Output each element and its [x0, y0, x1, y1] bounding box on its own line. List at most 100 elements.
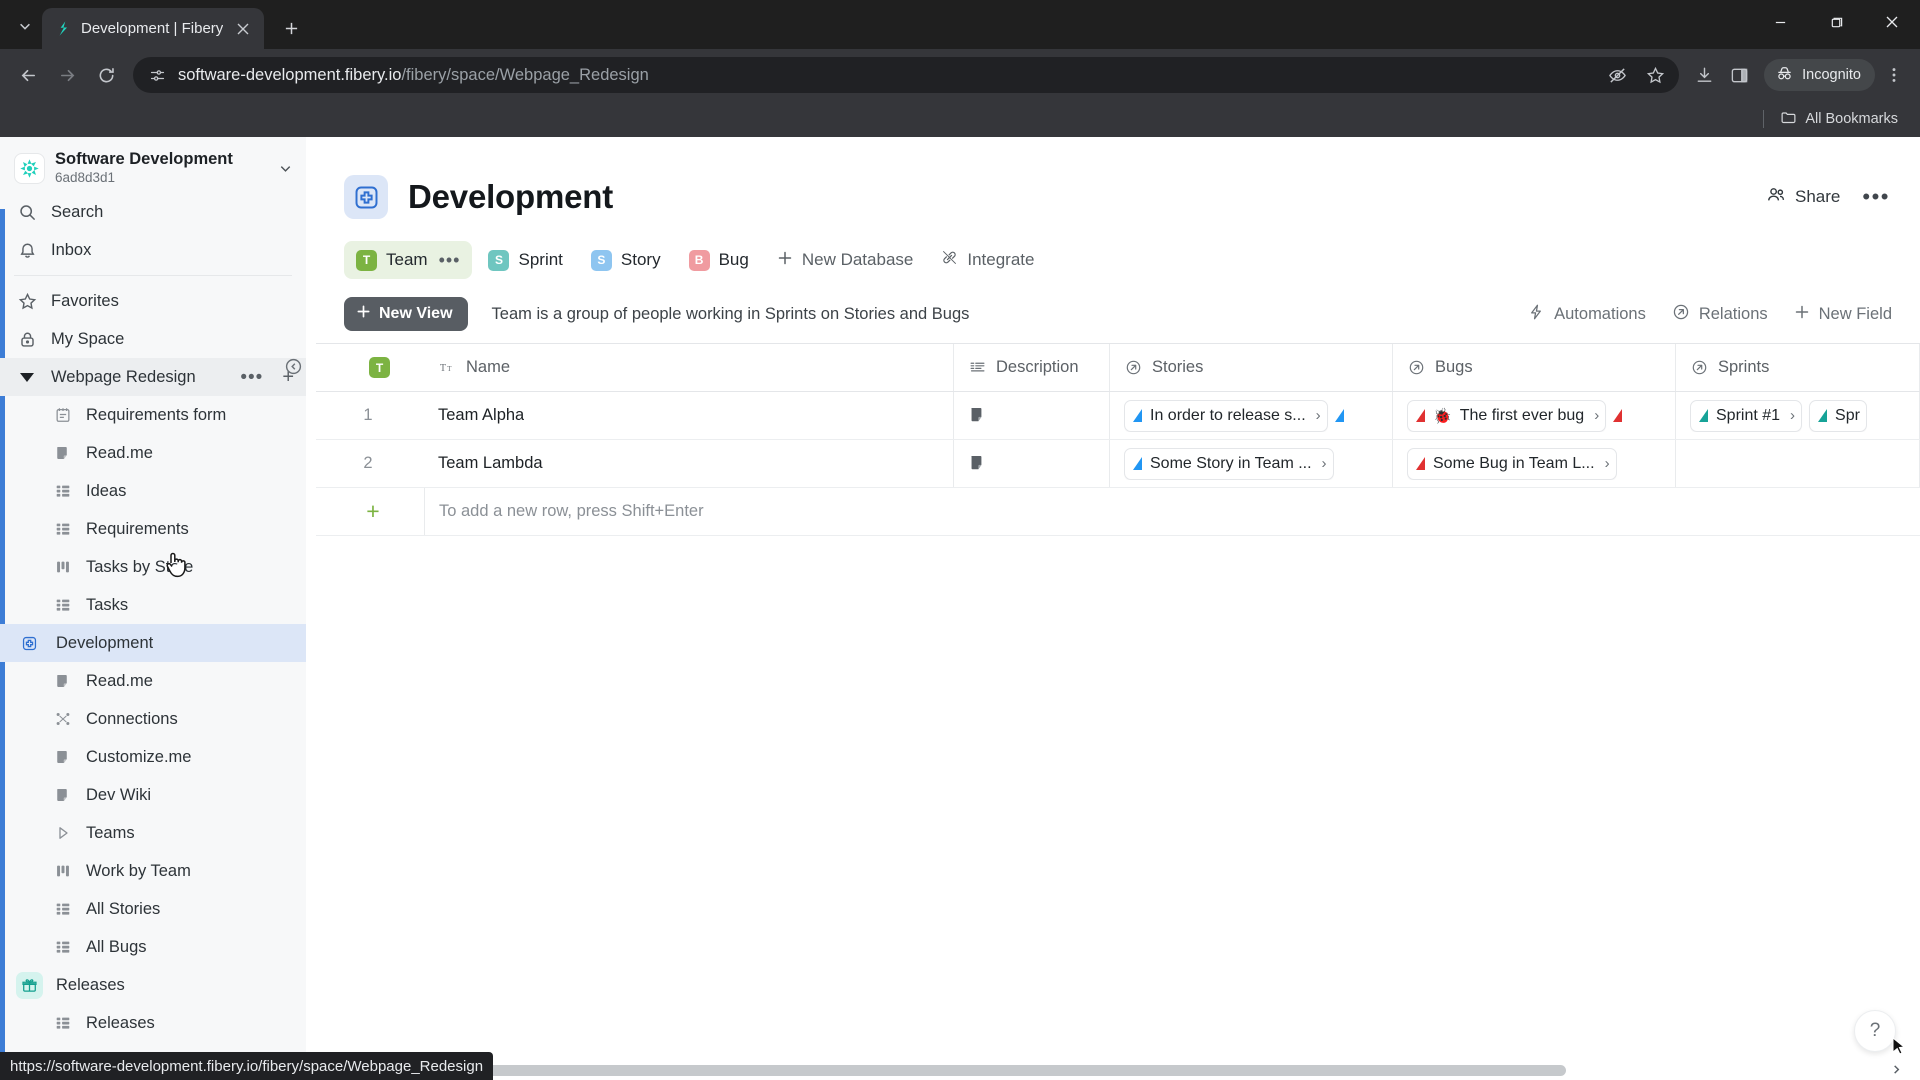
share-label: Share	[1795, 187, 1840, 207]
sidebar-item-requirements[interactable]: Requirements	[0, 510, 306, 548]
column-header-bugs[interactable]: Bugs	[1393, 344, 1676, 391]
sidebar-item-read-me-dev[interactable]: Read.me	[0, 662, 306, 700]
sidebar-item-inbox[interactable]: Inbox	[0, 231, 306, 269]
column-header-sprints[interactable]: Sprints	[1676, 344, 1920, 391]
horizontal-scrollbar[interactable]	[306, 1065, 1904, 1076]
sidebar-item-customize-me[interactable]: Customize.me	[0, 738, 306, 776]
reload-icon[interactable]	[88, 57, 124, 93]
sidebar-item-work-by-team[interactable]: Work by Team	[0, 852, 306, 890]
page-header: Development Share •••	[316, 153, 1920, 227]
open-entity-icon[interactable]: ›	[1316, 407, 1321, 424]
add-row-plus-icon[interactable]: +	[316, 500, 424, 523]
minimize-icon[interactable]	[1752, 0, 1808, 44]
tab-story[interactable]: S Story	[579, 241, 673, 279]
automations-button[interactable]: Automations	[1527, 303, 1646, 326]
cell-bugs[interactable]: 🐞 The first ever bug ›	[1393, 392, 1676, 439]
sidebar-item-read-me[interactable]: Read.me	[0, 434, 306, 472]
sidebar-item-all-stories[interactable]: All Stories	[0, 890, 306, 928]
sidebar-item-teams[interactable]: Teams	[0, 814, 306, 852]
cell-name[interactable]: Team Lambda	[424, 440, 954, 487]
forward-icon[interactable]	[49, 57, 85, 93]
reference-chip[interactable]: Sprint #1 ›	[1690, 400, 1802, 432]
workspace-switcher[interactable]: Software Development 6ad8d3d1	[0, 143, 306, 193]
column-header-description[interactable]: Description	[954, 344, 1110, 391]
scroll-right-icon[interactable]	[1891, 1063, 1904, 1078]
site-settings-icon[interactable]	[147, 65, 167, 85]
sidebar-item-dev-wiki[interactable]: Dev Wiki	[0, 776, 306, 814]
help-button[interactable]: ?	[1854, 1010, 1896, 1052]
address-bar[interactable]: software-development.fibery.io/fibery/sp…	[133, 57, 1679, 93]
open-entity-icon[interactable]: ›	[1605, 455, 1610, 472]
tracking-protection-icon[interactable]	[1601, 59, 1633, 91]
new-database-button[interactable]: New Database	[765, 241, 926, 279]
sidebar-item-tasks[interactable]: Tasks	[0, 586, 306, 624]
cell-sprints[interactable]: Sprint #1 › Spr	[1676, 392, 1920, 439]
add-row[interactable]: + To add a new row, press Shift+Enter	[316, 488, 1920, 536]
integrate-button[interactable]: Integrate	[929, 241, 1046, 279]
sidebar-item-tasks-by-state[interactable]: Tasks by State	[0, 548, 306, 586]
reference-chip[interactable]: Some Bug in Team L... ›	[1407, 448, 1617, 480]
maximize-icon[interactable]	[1808, 0, 1864, 44]
sidebar-item-favorites[interactable]: Favorites	[0, 282, 306, 320]
cell-description[interactable]	[954, 440, 1110, 487]
sidebar-item-search[interactable]: Search	[0, 193, 306, 231]
sidebar-item-webpage-redesign[interactable]: Webpage Redesign ••• +	[0, 358, 306, 396]
new-database-label: New Database	[802, 250, 914, 270]
tab-sprint[interactable]: S Sprint	[476, 241, 574, 279]
open-entity-icon[interactable]: ›	[1594, 407, 1599, 424]
incognito-profile-button[interactable]: Incognito	[1764, 59, 1875, 91]
cell-stories[interactable]: Some Story in Team ... ›	[1110, 440, 1393, 487]
tab-bug[interactable]: B Bug	[677, 241, 761, 279]
open-entity-icon[interactable]: ›	[1790, 407, 1795, 424]
cell-stories[interactable]: In order to release s... ›	[1110, 392, 1393, 439]
share-button[interactable]: Share	[1766, 185, 1840, 210]
sidebar-item-releases[interactable]: Releases	[0, 1004, 306, 1042]
cell-description[interactable]	[954, 392, 1110, 439]
reference-chip[interactable]: Spr	[1809, 400, 1867, 432]
cell-name[interactable]: Team Alpha	[424, 392, 954, 439]
column-header-stories[interactable]: Stories	[1110, 344, 1393, 391]
side-panel-icon[interactable]	[1723, 59, 1755, 91]
back-icon[interactable]	[10, 57, 46, 93]
sidebar-item-requirements-form[interactable]: Requirements form	[0, 396, 306, 434]
relations-button[interactable]: Relations	[1672, 303, 1768, 326]
open-entity-icon[interactable]: ›	[1322, 455, 1327, 472]
sidebar-item-my-space[interactable]: My Space	[0, 320, 306, 358]
reference-chip[interactable]: Some Story in Team ... ›	[1124, 448, 1334, 480]
sidebar-item-all-bugs[interactable]: All Bugs	[0, 928, 306, 966]
sidebar-item-connections[interactable]: Connections	[0, 700, 306, 738]
reference-chip[interactable]: In order to release s... ›	[1124, 400, 1328, 432]
table-row[interactable]: 2 Team Lambda	[316, 440, 1920, 488]
tab-more-icon[interactable]: •••	[439, 251, 461, 269]
space-more-icon[interactable]: •••	[240, 368, 269, 387]
new-view-button[interactable]: New View	[344, 297, 468, 331]
cell-sprints[interactable]	[1676, 440, 1920, 487]
collapse-sidebar-icon[interactable]	[280, 353, 306, 379]
sidebar-item-development[interactable]: Development	[0, 624, 306, 662]
close-window-icon[interactable]	[1864, 0, 1920, 44]
cell-value: Team Alpha	[438, 406, 524, 425]
new-field-button[interactable]: New Field	[1794, 304, 1892, 325]
chevron-down-icon[interactable]	[274, 161, 296, 176]
tab-search-button[interactable]	[8, 9, 42, 43]
sidebar-item-ideas[interactable]: Ideas	[0, 472, 306, 510]
downloads-icon[interactable]	[1688, 59, 1720, 91]
browser-tab[interactable]: Development | Fibery	[42, 8, 264, 49]
bookmark-star-icon[interactable]	[1639, 59, 1671, 91]
all-bookmarks-button[interactable]: All Bookmarks	[1774, 105, 1904, 134]
cell-bugs[interactable]: Some Bug in Team L... ›	[1393, 440, 1676, 487]
rich-text-icon	[968, 358, 987, 377]
new-tab-button[interactable]	[274, 11, 308, 45]
sidebar-item-releases-space[interactable]: Releases	[0, 966, 306, 1004]
reference-chip[interactable]: 🐞 The first ever bug ›	[1407, 400, 1606, 432]
chrome-menu-icon[interactable]	[1878, 59, 1910, 91]
close-icon[interactable]	[232, 18, 254, 40]
column-header-name[interactable]: TT Name	[424, 344, 954, 391]
page-more-icon[interactable]: •••	[1862, 186, 1890, 208]
scrollbar-thumb[interactable]	[306, 1065, 1566, 1076]
triangle-down-icon[interactable]	[16, 366, 38, 388]
sidebar-item-label: Connections	[86, 710, 178, 729]
tab-team[interactable]: T Team •••	[344, 241, 472, 279]
triangle-right-icon[interactable]	[52, 822, 74, 844]
table-row[interactable]: 1 Team Alpha	[316, 392, 1920, 440]
